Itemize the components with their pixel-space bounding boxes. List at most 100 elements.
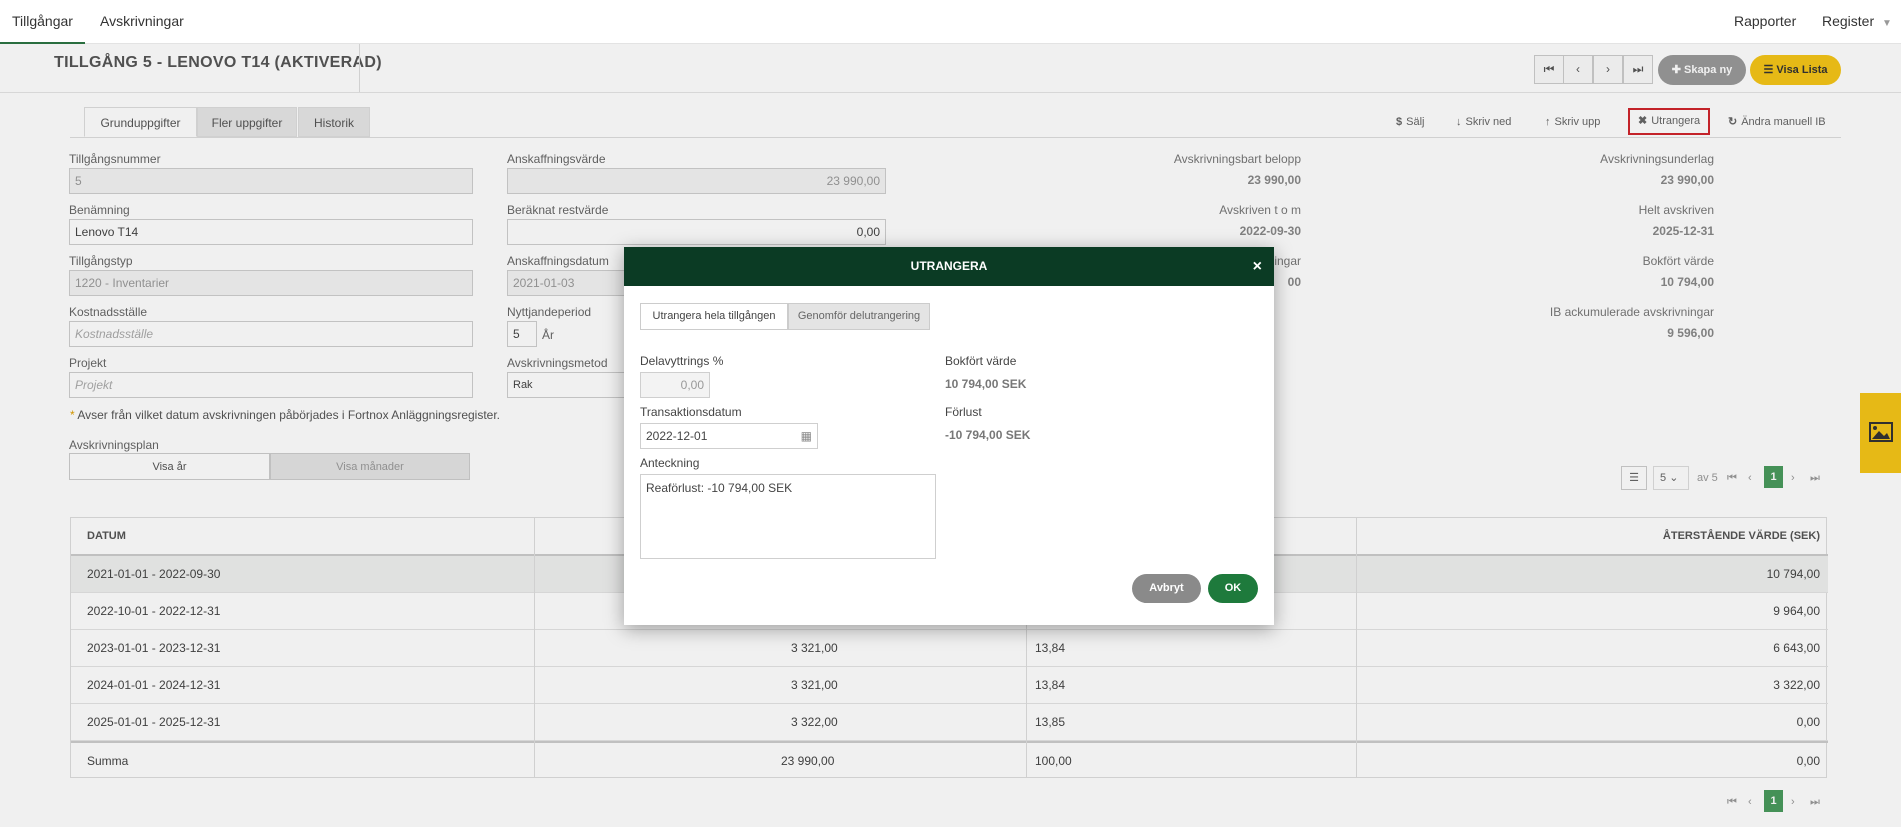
refresh-icon: ↻	[1728, 116, 1738, 128]
page-size-select[interactable]: 5 ⌄	[1653, 466, 1689, 490]
table-row[interactable]: 2023-01-01 - 2023-12-31 3 321,00 13,84 6…	[71, 630, 1828, 667]
modal-book-value: 10 794,00 SEK	[945, 377, 1027, 391]
method-select[interactable]: Rak	[507, 372, 627, 398]
image-side-tab[interactable]	[1860, 393, 1901, 473]
current-page[interactable]: 1	[1764, 466, 1783, 488]
write-up-action[interactable]: ↑ Skriv upp	[1545, 111, 1600, 133]
residual-label: Beräknat restvärde	[507, 203, 609, 217]
chevron-right-icon: ›	[1606, 62, 1610, 76]
first-page-icon[interactable]: ⏮	[1727, 796, 1737, 809]
asset-number-label: Tillgångsnummer	[69, 152, 161, 166]
column-divider	[534, 518, 535, 778]
row-pct: 13,84	[1035, 678, 1066, 692]
title-divider	[359, 44, 360, 92]
period-field[interactable]: 5	[507, 321, 537, 347]
chevron-right-icon[interactable]: ›	[1791, 472, 1795, 484]
cost-center-field[interactable]: Kostnadsställe	[69, 321, 473, 347]
page-size-value: 5	[1660, 472, 1667, 484]
show-months-toggle[interactable]: Visa månader	[270, 453, 470, 480]
tab-grunduppgifter[interactable]: Grunduppgifter	[84, 107, 197, 137]
partial-label: Delavyttrings %	[640, 354, 724, 368]
show-years-toggle[interactable]: Visa år	[69, 453, 270, 480]
name-label: Benämning	[69, 203, 130, 217]
footnote-star: *	[70, 408, 75, 422]
cancel-button[interactable]: Avbryt	[1132, 574, 1201, 603]
arrow-down-icon: ↓	[1456, 116, 1462, 128]
project-label: Projekt	[69, 356, 107, 370]
row-date: 2023-01-01 - 2023-12-31	[87, 641, 221, 655]
depr-until-value: 2022-09-30	[1239, 224, 1301, 238]
cost-center-label: Kostnadsställe	[69, 305, 148, 319]
modal-title: UTRANGERA	[624, 247, 1274, 286]
period-label: Nyttjandeperiod	[507, 305, 592, 319]
dispose-action[interactable]: ✖ Utrangera	[1628, 108, 1711, 135]
last-page-icon: ⏭	[1632, 62, 1644, 76]
change-ib-action[interactable]: ↻ Ändra manuell IB	[1728, 111, 1826, 133]
chevron-left-icon[interactable]: ‹	[1748, 796, 1752, 808]
ok-button[interactable]: OK	[1208, 574, 1258, 603]
table-row[interactable]: 2025-01-01 - 2025-12-31 3 322,00 13,85 0…	[71, 704, 1828, 741]
note-label: Anteckning	[640, 456, 700, 470]
nav-rapporter[interactable]: Rapporter	[1734, 0, 1796, 44]
col-date: DATUM	[87, 530, 126, 542]
residual-field[interactable]: 0,00	[507, 219, 886, 245]
row-remaining: 10 794,00	[1766, 567, 1820, 581]
calendar-icon[interactable]: ▦	[801, 424, 812, 448]
name-field[interactable]: Lenovo T14	[69, 219, 473, 245]
tab-historik[interactable]: Historik	[298, 107, 370, 137]
type-field[interactable]: 1220 - Inventarier	[69, 270, 473, 296]
write-down-action[interactable]: ↓ Skriv ned	[1456, 111, 1511, 133]
next-record-button[interactable]: ›	[1593, 55, 1623, 84]
first-page-icon[interactable]: ⏮	[1727, 472, 1737, 485]
write-down-label: Skriv ned	[1465, 116, 1512, 128]
first-page-icon: ⏮	[1543, 62, 1555, 76]
create-new-button[interactable]: ✚ Skapa ny	[1658, 55, 1746, 85]
loss-label: Förlust	[945, 405, 982, 419]
partial-field[interactable]: 0,00	[640, 372, 710, 398]
tab-fler-uppgifter[interactable]: Fler uppgifter	[197, 107, 297, 137]
row-pct: 13,84	[1035, 641, 1066, 655]
row-amount: 3 322,00	[791, 715, 838, 729]
transaction-date-field[interactable]: 2022-12-01 ▦	[640, 423, 818, 449]
transaction-date-label: Transaktionsdatum	[640, 405, 742, 419]
page-title: TILLGÅNG 5 - LENOVO T14 (AKTIVERAD)	[54, 54, 382, 71]
project-field[interactable]: Projekt	[69, 372, 473, 398]
sum-remaining: 0,00	[1796, 754, 1820, 768]
nav-register[interactable]: Register ▼	[1822, 0, 1892, 44]
show-list-button[interactable]: ☰ Visa Lista	[1750, 55, 1841, 85]
nav-tab-avskrivningar[interactable]: Avskrivningar	[100, 0, 184, 44]
acq-value-field[interactable]: 23 990,00	[507, 168, 886, 194]
image-icon	[1869, 422, 1893, 442]
write-up-label: Skriv upp	[1554, 116, 1601, 128]
create-new-label: Skapa ny	[1683, 64, 1733, 76]
dispose-label: Utrangera	[1651, 115, 1701, 127]
asset-number-field[interactable]: 5	[69, 168, 473, 194]
row-pct: 13,85	[1035, 715, 1066, 729]
close-icon[interactable]: ×	[1253, 247, 1262, 286]
chevron-left-icon: ‹	[1576, 62, 1580, 76]
last-page-icon[interactable]: ⏭	[1810, 796, 1820, 809]
tab-dispose-partial[interactable]: Genomför delutrangering	[788, 303, 930, 330]
acq-date-field[interactable]: 2021-01-03	[507, 270, 627, 296]
list-menu-icon[interactable]: ☰	[1621, 466, 1647, 490]
chevron-down-icon: ⌄	[1669, 472, 1679, 484]
period-unit: År	[542, 328, 554, 342]
last-record-button[interactable]: ⏭	[1623, 55, 1653, 84]
book-value: 10 794,00	[1660, 275, 1714, 289]
row-date: 2021-01-01 - 2022-09-30	[87, 567, 221, 581]
tab-dispose-full[interactable]: Utrangera hela tillgången	[640, 303, 788, 330]
basis-label: Avskrivningsunderlag	[1600, 152, 1714, 166]
nav-tab-tillgangar[interactable]: Tillgångar	[0, 0, 85, 44]
sell-action[interactable]: $ Sälj	[1396, 111, 1424, 133]
row-amount: 3 321,00	[791, 678, 838, 692]
change-ib-label: Ändra manuell IB	[1741, 116, 1826, 128]
first-record-button[interactable]: ⏮	[1534, 55, 1564, 84]
last-page-icon[interactable]: ⏭	[1810, 472, 1820, 485]
chevron-left-icon[interactable]: ‹	[1748, 472, 1752, 484]
prev-record-button[interactable]: ‹	[1563, 55, 1593, 84]
note-textarea[interactable]: Reaförlust: -10 794,00 SEK	[640, 474, 936, 559]
chevron-right-icon[interactable]: ›	[1791, 796, 1795, 808]
table-row[interactable]: 2024-01-01 - 2024-12-31 3 321,00 13,84 3…	[71, 667, 1828, 704]
row-remaining: 0,00	[1796, 715, 1820, 729]
current-page[interactable]: 1	[1764, 790, 1783, 812]
